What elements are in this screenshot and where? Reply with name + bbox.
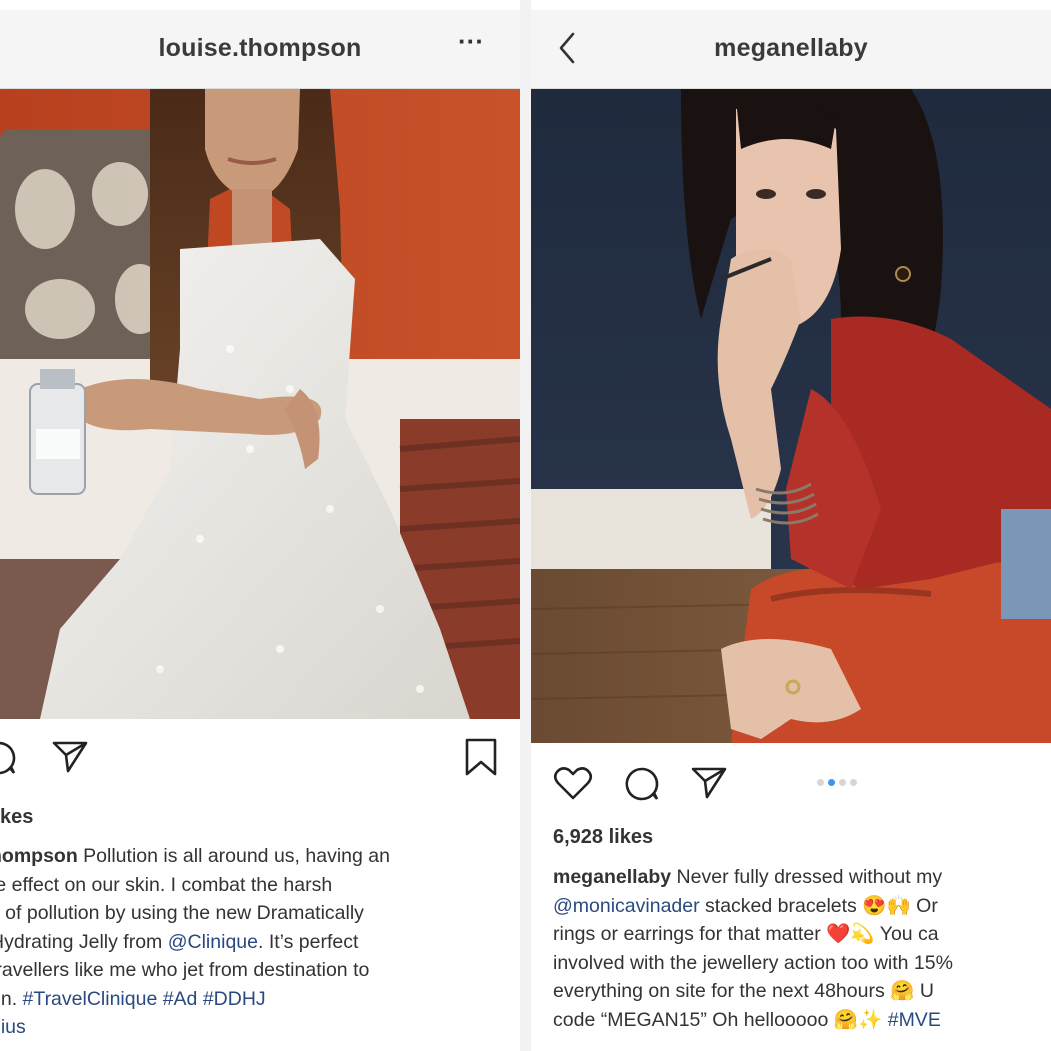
likes-count[interactable]: kes [0,806,33,829]
caption-line: te effect on our skin. I combat the hars… [0,873,333,896]
carousel-dot [817,779,824,786]
comment-icon[interactable] [623,765,661,803]
caption-username[interactable]: hompson [0,845,78,867]
hashtag-links[interactable]: #TravelClinique #Ad #DDHJ [23,988,266,1010]
carousel-dot-active [828,779,835,786]
caption-line: s of pollution by using the new Dramatic… [0,902,364,924]
post-caption: meganellaby Never fully dressed without … [553,863,953,1034]
caption-text: Never fully dressed without my [671,866,943,888]
caption-text: on. [0,987,18,1010]
photo-woman-white-pajamas [0,89,520,719]
more-icon[interactable]: ··· [458,26,484,57]
caption-text: . It’s perfect [257,930,359,953]
username-title[interactable]: meganellaby [531,34,1051,63]
caption-username[interactable]: meganellaby [553,866,671,888]
caption-line: involved with the jewellery action too w… [553,951,953,974]
post-actions [0,735,520,795]
post-actions [531,757,1051,817]
caption-line: travellers like me who jet from destinat… [0,959,370,981]
caption-line: everything on site for the next 48hours … [553,980,934,1002]
mention-link[interactable]: @monicavinader [553,895,700,917]
post-caption: hompson Pollution is all around us, havi… [0,842,390,1042]
likes-count[interactable]: 6,928 likes [553,826,653,849]
caption-line-link[interactable]: nius [0,1013,390,1042]
hashtag-link[interactable]: #MVE [888,1009,941,1031]
caption-text: stacked bracelets 😍🙌 Or [699,894,938,917]
mention-link[interactable]: @Clinique [168,931,258,953]
post-header: meganellaby [531,10,1051,89]
username-title[interactable]: louise.thompson [0,34,520,63]
caption-text: Pollution is all around us, having an [77,845,390,867]
caption-text: code “MEGAN15” Oh hellooooo 🤗✨ [553,1008,888,1031]
caption-line: rings or earrings for that matter ❤️💫 Yo… [553,923,939,945]
bookmark-icon[interactable] [463,737,499,777]
caption-text: Hydrating Jelly from [0,930,168,953]
post-photo [0,89,520,719]
photo-woman-red-sweater [531,89,1051,743]
share-icon[interactable] [691,765,727,801]
post-header: louise.thompson ··· [0,10,520,89]
carousel-dot [839,779,846,786]
post-photo [531,89,1051,743]
comment-icon[interactable] [0,739,18,777]
heart-icon[interactable] [553,765,593,801]
post-right: meganellaby 6,928 likes meganellaby Neve… [531,0,1051,1051]
share-icon[interactable] [52,739,88,775]
carousel-dot [850,779,857,786]
panel-divider [520,0,531,1051]
post-left: louise.thompson ··· kes ompson Pollution… [0,0,520,1051]
